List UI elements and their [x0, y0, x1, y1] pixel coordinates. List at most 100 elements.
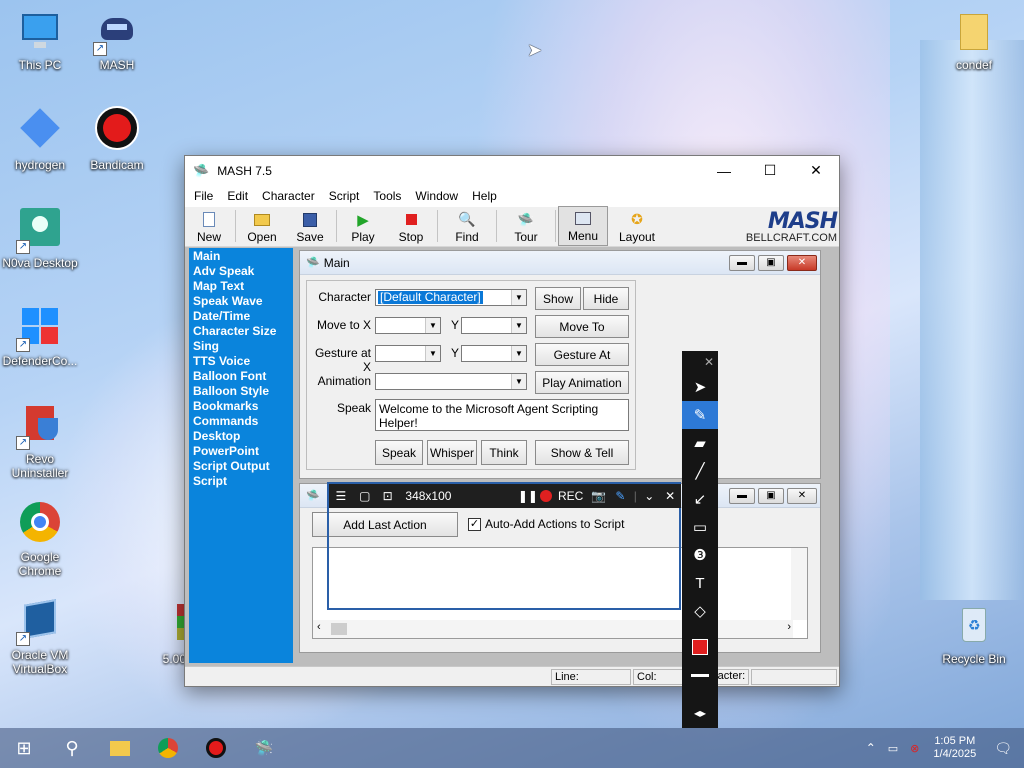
sidebar-item-speak-wave[interactable]: Speak Wave	[189, 294, 293, 309]
move-to-x-combo[interactable]: ▼	[375, 317, 441, 334]
hide-button[interactable]: Hide	[583, 287, 629, 310]
desktop-icon-revo-uninstaller[interactable]: ↗ Revo Uninstaller	[0, 404, 80, 484]
sidebar-item-adv-speak[interactable]: Adv Speak	[189, 264, 293, 279]
scroll-left-icon[interactable]: ‹	[317, 621, 321, 633]
scroll-right-icon[interactable]: ›	[787, 621, 791, 633]
menu-edit[interactable]: Edit	[220, 189, 255, 203]
tray-chevron-up-icon[interactable]: ⌃	[866, 741, 876, 755]
line-tool-icon[interactable]: ╱	[682, 457, 718, 485]
horizontal-scrollbar[interactable]: ‹ ›	[313, 620, 793, 638]
new-button[interactable]: New	[185, 206, 233, 246]
main-child-titlebar[interactable]: 🛸 Main ▬ ▣ ✕	[300, 251, 820, 275]
tray-network-icon[interactable]: ▭	[888, 742, 898, 755]
sidebar-item-main[interactable]: Main	[189, 249, 293, 264]
child-maximize-button[interactable]: ▣	[758, 487, 784, 504]
desktop-icon-hydrogen[interactable]: hydrogen	[0, 108, 80, 190]
numbering-tool-icon[interactable]: ❸	[682, 541, 718, 569]
eraser-tool-icon[interactable]: ◇	[682, 597, 718, 625]
sidebar-item-powerpoint[interactable]: PowerPoint	[189, 444, 293, 459]
sidebar-item-balloon-font[interactable]: Balloon Font	[189, 369, 293, 384]
desktop-icon-defender-control[interactable]: ↗ DefenderCo...	[0, 306, 80, 386]
desktop-icon-virtualbox[interactable]: ↗ Oracle VM VirtualBox	[0, 599, 80, 680]
tray-bandicam-icon[interactable]: ⊗	[910, 742, 919, 755]
arrow-tool-icon[interactable]: ↙	[682, 485, 718, 513]
notification-icon[interactable]: 🗨	[994, 740, 1012, 757]
close-button[interactable]: ✕	[793, 156, 839, 185]
speak-text-area[interactable]: Welcome to the Microsoft Agent Scripting…	[375, 399, 629, 431]
character-combo[interactable]: [Default Character] ▼	[375, 289, 527, 306]
pause-icon[interactable]: ❚❚	[518, 489, 538, 503]
animation-combo[interactable]: ▼	[375, 373, 527, 390]
tour-button[interactable]: 🛸 Tour	[499, 206, 553, 246]
pen-icon[interactable]: ✎	[609, 489, 631, 503]
move-to-y-combo[interactable]: ▼	[461, 317, 527, 334]
bandicam-capture-region[interactable]: ☰ ▢ ⊡ 348x100 ❚❚ REC 📷 ✎ | ⌄ ✕	[327, 482, 681, 610]
think-button[interactable]: Think	[481, 440, 527, 465]
hamburger-menu-icon[interactable]: ☰	[329, 489, 353, 503]
zoom-region-icon[interactable]: ⊡	[377, 489, 399, 503]
child-close-button[interactable]: ✕	[787, 487, 817, 504]
gesture-at-y-combo[interactable]: ▼	[461, 345, 527, 362]
desktop-icon-bandicam[interactable]: Bandicam	[77, 106, 157, 190]
gesture-at-x-combo[interactable]: ▼	[375, 345, 441, 362]
text-tool-icon[interactable]: T	[682, 569, 718, 597]
vertical-scrollbar[interactable]	[791, 548, 807, 620]
desktop-icon-condef[interactable]: condef	[934, 10, 1014, 90]
pen-tool-icon[interactable]: ✎	[682, 401, 718, 429]
window-titlebar[interactable]: 🛸 MASH 7.5 — ☐ ✕	[185, 156, 839, 185]
color-swatch-icon[interactable]	[682, 633, 718, 661]
sidebar-item-character-size[interactable]: Character Size	[189, 324, 293, 339]
search-icon[interactable]: ⚲	[48, 728, 96, 768]
gesture-at-button[interactable]: Gesture At	[535, 343, 629, 366]
move-to-button[interactable]: Move To	[535, 315, 629, 338]
sidebar-item-script[interactable]: Script	[189, 474, 293, 489]
child-minimize-button[interactable]: ▬	[729, 254, 755, 271]
child-close-button[interactable]: ✕	[787, 254, 817, 271]
sidebar-item-sing[interactable]: Sing	[189, 339, 293, 354]
desktop-icon-nova-desktop[interactable]: ↗ N0va Desktop	[0, 208, 80, 288]
show-tell-button[interactable]: Show & Tell	[535, 440, 629, 465]
scroll-thumb[interactable]	[331, 623, 347, 635]
close-icon[interactable]: ✕	[682, 351, 718, 373]
highlighter-tool-icon[interactable]: ▰	[682, 429, 718, 457]
menu-script[interactable]: Script	[322, 189, 367, 203]
minimize-button[interactable]: —	[701, 156, 747, 185]
stop-button[interactable]: Stop	[387, 206, 435, 246]
camera-icon[interactable]: 📷	[588, 489, 610, 503]
desktop-icon-winrar-partial[interactable]: 5.00	[152, 604, 186, 684]
chrome-taskbar-icon[interactable]	[144, 728, 192, 768]
sidebar-item-map-text[interactable]: Map Text	[189, 279, 293, 294]
menu-character[interactable]: Character	[255, 189, 322, 203]
sidebar-item-script-output[interactable]: Script Output	[189, 459, 293, 474]
sidebar-item-date-time[interactable]: Date/Time	[189, 309, 293, 324]
sidebar-item-bookmarks[interactable]: Bookmarks	[189, 399, 293, 414]
desktop-icon-this-pc[interactable]: This PC	[0, 10, 80, 90]
child-maximize-button[interactable]: ▣	[758, 254, 784, 271]
close-icon[interactable]: ✕	[659, 489, 681, 503]
sidebar-item-balloon-style[interactable]: Balloon Style	[189, 384, 293, 399]
bandicam-taskbar-icon[interactable]	[192, 728, 240, 768]
menu-help[interactable]: Help	[465, 189, 504, 203]
menu-tools[interactable]: Tools	[366, 189, 408, 203]
menu-button[interactable]: Menu	[558, 206, 608, 246]
maximize-button[interactable]: ☐	[747, 156, 793, 185]
desktop-icon-google-chrome[interactable]: Google Chrome	[0, 502, 80, 582]
pointer-tool-icon[interactable]: ➤	[682, 373, 718, 401]
rectangle-tool-icon[interactable]: ▭	[682, 513, 718, 541]
show-button[interactable]: Show	[535, 287, 581, 310]
play-animation-button[interactable]: Play Animation	[535, 371, 629, 394]
clock[interactable]: 1:05 PM 1/4/2025	[933, 735, 976, 761]
whisper-button[interactable]: Whisper	[427, 440, 477, 465]
save-button[interactable]: Save	[286, 206, 334, 246]
sidebar-item-desktop[interactable]: Desktop	[189, 429, 293, 444]
mash-taskbar-icon[interactable]: 🛸	[240, 728, 288, 768]
resize-arrows-icon[interactable]: ◂▸	[682, 699, 718, 727]
start-windows-icon[interactable]: ⊞	[0, 728, 48, 768]
rec-label[interactable]: REC	[554, 489, 588, 503]
play-button[interactable]: ▶ Play	[339, 206, 387, 246]
stroke-width-icon[interactable]	[682, 661, 718, 689]
find-button[interactable]: 🔍 Find	[440, 206, 494, 246]
sidebar-item-commands[interactable]: Commands	[189, 414, 293, 429]
sidebar-item-tts-voice[interactable]: TTS Voice	[189, 354, 293, 369]
layout-button[interactable]: ✪ Layout	[608, 206, 666, 246]
